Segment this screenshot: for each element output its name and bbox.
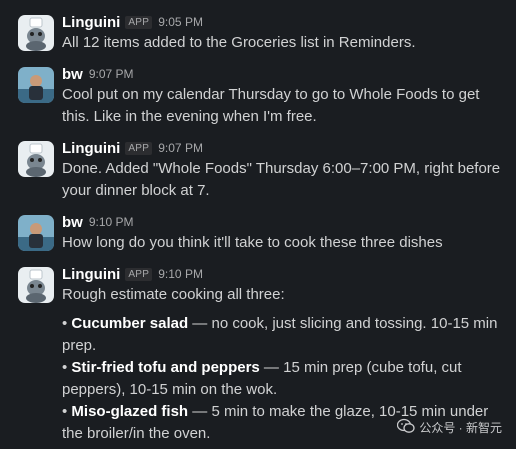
linguini-avatar[interactable] <box>18 267 54 303</box>
message-text: All 12 items added to the Groceries list… <box>62 34 416 51</box>
message: bw 9:07 PM Cool put on my calendar Thurs… <box>0 64 516 128</box>
message-text: Rough estimate cooking all three: <box>62 286 285 303</box>
timestamp[interactable]: 9:10 PM <box>158 267 203 281</box>
bw-avatar[interactable] <box>18 67 54 103</box>
dish-name: Stir-fried tofu and peppers <box>71 359 260 376</box>
dish-name: Cucumber salad <box>71 315 189 332</box>
wechat-icon <box>397 418 415 437</box>
timestamp[interactable]: 9:05 PM <box>158 15 203 29</box>
sender-name[interactable]: Linguini <box>62 14 120 31</box>
message: bw 9:10 PM How long do you think it'll t… <box>0 212 516 254</box>
message: Linguini APP 9:07 PM Done. Added "Whole … <box>0 138 516 202</box>
app-badge: APP <box>125 141 153 155</box>
list-item: • Stir-fried tofu and peppers — 15 min p… <box>62 359 466 398</box>
timestamp[interactable]: 9:07 PM <box>158 141 203 155</box>
message: Linguini APP 9:05 PM All 12 items added … <box>0 12 516 54</box>
dish-name: Miso-glazed fish <box>71 403 189 420</box>
bw-avatar[interactable] <box>18 215 54 251</box>
app-badge: APP <box>125 15 153 29</box>
sender-name[interactable]: bw <box>62 214 83 231</box>
watermark-text: 公众号 · 新智元 <box>419 421 502 435</box>
message-text: Cool put on my calendar Thursday to go t… <box>62 86 484 125</box>
watermark: 公众号 · 新智元 <box>397 418 502 437</box>
app-badge: APP <box>125 267 153 281</box>
sender-name[interactable]: Linguini <box>62 266 120 283</box>
timestamp[interactable]: 9:07 PM <box>89 67 134 81</box>
sender-name[interactable]: bw <box>62 66 83 83</box>
linguini-avatar[interactable] <box>18 141 54 177</box>
timestamp[interactable]: 9:10 PM <box>89 215 134 229</box>
linguini-avatar[interactable] <box>18 15 54 51</box>
list-item: • Cucumber salad — no cook, just slicing… <box>62 315 502 354</box>
message-text: How long do you think it'll take to cook… <box>62 234 443 251</box>
message-text: Done. Added "Whole Foods" Thursday 6:00–… <box>62 160 505 199</box>
sender-name[interactable]: Linguini <box>62 140 120 157</box>
